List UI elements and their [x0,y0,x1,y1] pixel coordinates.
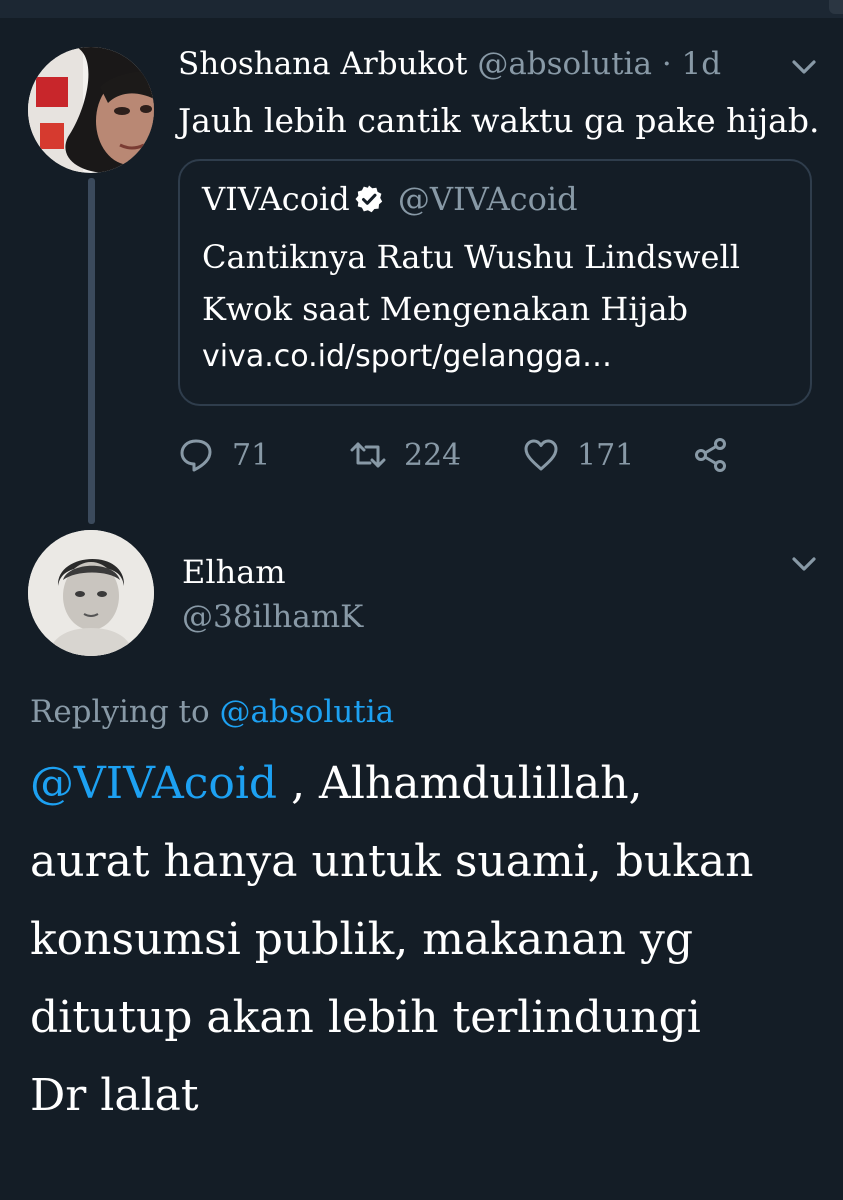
retweet-count: 224 [404,437,462,473]
replying-to-line: Replying to @absolutia [30,692,394,732]
heart-icon [524,439,558,471]
verified-badge-icon [355,185,382,213]
reply-button[interactable]: 71 [178,430,270,480]
reply-text-line: aurat hanya untuk suami, bukan [30,836,754,887]
chevron-down-icon[interactable] [791,58,817,76]
separator-dot: · [661,46,672,82]
retweet-icon [350,442,386,468]
chevron-down-icon[interactable] [791,555,817,573]
avatar-image [28,47,154,173]
avatar-shoshana[interactable] [28,47,154,173]
quoted-display-name: VIVAcoid [202,180,350,218]
avatar-image [28,530,154,656]
replying-prefix: Replying to [30,694,210,730]
reply-text-line: @VIVAcoid , Alhamdulillah, [30,745,820,823]
top-corner-control [829,0,843,14]
quoted-text-line: Cantiknya Ratu Wushu Lindswell [202,238,740,276]
cropped-content-hint [30,1190,230,1200]
like-button[interactable]: 171 [523,430,634,480]
reply-count: 71 [232,437,271,473]
replying-to-link[interactable]: @absolutia [220,694,395,730]
tweet-actions: 71 224 171 [178,430,778,480]
quoted-handle: @VIVAcoid [397,180,578,218]
display-name[interactable]: Elham [182,552,286,592]
retweet-button[interactable]: 224 [350,430,461,480]
thread-connector-line [88,178,95,524]
mention-link[interactable]: @VIVAcoid [30,758,277,809]
quoted-tweet-card[interactable]: VIVAcoid @VIVAcoid Cantiknya Ratu Wushu … [178,159,812,406]
share-icon [695,438,726,472]
reply-text-line: ditutup akan lebih terlindungi [30,992,701,1043]
user-handle[interactable]: @38ilhamK [182,597,363,637]
reply-text-line: konsumsi publik, makanan yg [30,914,693,965]
user-handle[interactable]: @absolutia [477,46,652,82]
like-count: 171 [577,437,635,473]
quoted-tweet-text: Cantiknya Ratu Wushu Lindswell Kwok saat… [202,231,802,335]
share-button[interactable] [693,430,747,480]
reply-text-line: Dr lalat [30,1070,199,1121]
avatar-elham[interactable] [28,530,154,656]
reply-icon [180,439,212,472]
tweet-text: Jauh lebih cantik waktu ga pake hijab. [178,101,820,140]
top-bar [0,0,843,18]
reply-text-segment: , Alhamdulillah, [277,758,643,809]
timestamp[interactable]: 1d [682,46,722,82]
quoted-text-line: Kwok saat Mengenakan Hijab [202,290,689,328]
quoted-tweet-header: VIVAcoid @VIVAcoid [202,179,578,219]
display-name[interactable]: Shoshana Arbukot [178,46,467,82]
reply-tweet-text: @VIVAcoid , Alhamdulillah, aurat hanya u… [30,745,820,1135]
quoted-tweet-link[interactable]: viva.co.id/sport/gelangga… [202,337,612,377]
tweet-header: Shoshana Arbukot @absolutia · 1d [178,44,721,84]
